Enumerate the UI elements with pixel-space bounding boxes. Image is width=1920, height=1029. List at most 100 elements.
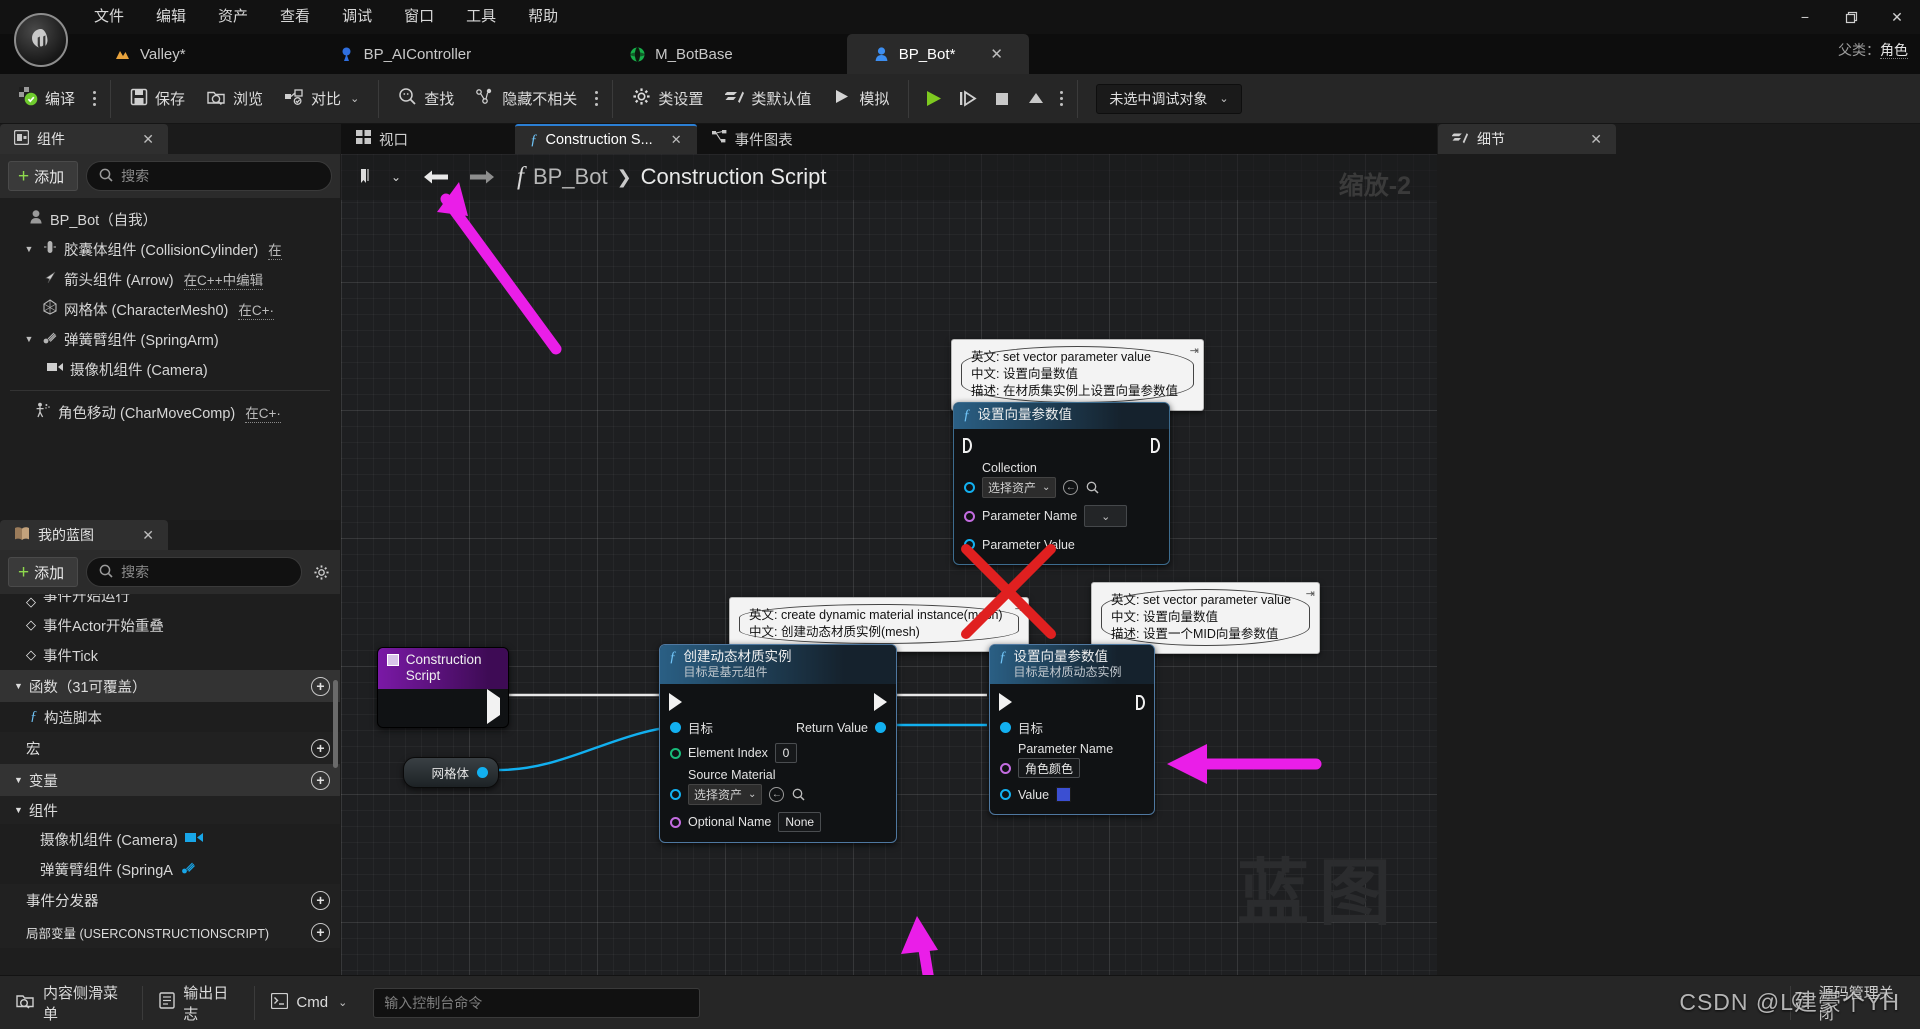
class-settings-button[interactable]: 类设置	[621, 80, 714, 118]
exec-output-pin[interactable]	[874, 693, 887, 711]
node-create-dynamic-material-instance[interactable]: ƒ 创建动态材质实例 目标是基元组件 目标 Return Value Eleme…	[659, 644, 897, 843]
list-item-construction-script[interactable]: ƒ 构造脚本	[0, 702, 340, 732]
component-row-charmovecomp[interactable]: 角色移动 (CharMoveComp) 在C+·	[0, 397, 340, 427]
exec-output-pin[interactable]	[487, 689, 500, 724]
my-blueprint-close[interactable]: ✕	[116, 527, 154, 544]
components-panel-tab[interactable]: 组件 ✕	[0, 124, 168, 154]
unreal-logo-icon[interactable]	[14, 13, 68, 67]
asset-tab-m-botbase[interactable]: M_BotBase	[603, 34, 759, 74]
asset-tab-bp-bot[interactable]: BP_Bot* ✕	[846, 34, 1029, 74]
console-command-input[interactable]: 输入控制台命令	[373, 987, 700, 1018]
add-variable-button[interactable]: +	[311, 770, 330, 790]
return-value-pin-icon[interactable]	[875, 722, 886, 733]
asset-tab-valley[interactable]: Valley*	[88, 34, 212, 74]
add-macro-button[interactable]: +	[311, 738, 330, 758]
output-log-button[interactable]: 输出日志	[143, 976, 254, 1029]
search-asset-icon[interactable]	[1085, 480, 1100, 495]
my-blueprint-scrollbar[interactable]	[333, 680, 338, 768]
components-search-input[interactable]: 搜索	[86, 161, 332, 191]
vector-pin-icon[interactable]	[964, 539, 975, 550]
section-macros[interactable]: 宏 +	[0, 732, 340, 764]
save-button[interactable]: 保存	[119, 80, 196, 118]
nav-back-button[interactable]	[419, 160, 453, 194]
target-pin-icon[interactable]	[1000, 722, 1011, 733]
tab-close-button[interactable]: ✕	[671, 132, 682, 148]
tab-event-graph[interactable]: 事件图表	[697, 124, 808, 154]
object-pin-icon[interactable]	[670, 789, 681, 800]
stop-button[interactable]	[985, 80, 1019, 118]
exec-output-pin[interactable]	[1136, 694, 1145, 710]
my-blueprint-tab[interactable]: 我的蓝图 ✕	[0, 520, 168, 550]
menu-tools[interactable]: 工具	[450, 0, 512, 34]
target-pin-icon[interactable]	[670, 722, 681, 733]
component-row-charactermesh0[interactable]: 网格体 (CharacterMesh0) 在C+·	[0, 294, 340, 324]
chevron-down-icon[interactable]: ⌄	[338, 996, 347, 1009]
my-blueprint-settings-button[interactable]	[310, 561, 332, 583]
blueprint-graph-canvas[interactable]: ⌄ f BP_Bot ❯ Construction Script 缩放-2 蓝图	[341, 154, 1437, 975]
compile-options-button[interactable]	[86, 80, 102, 118]
name-pin-icon[interactable]	[964, 510, 975, 522]
browse-to-asset-icon[interactable]: ←	[769, 787, 785, 802]
name-pin-icon[interactable]	[670, 816, 681, 828]
tab-viewport[interactable]: 视口	[341, 124, 423, 154]
maximize-button[interactable]	[1828, 0, 1874, 34]
exec-input-pin[interactable]	[999, 693, 1012, 711]
section-event-dispatchers[interactable]: 事件分发器 +	[0, 884, 340, 916]
content-drawer-button[interactable]: 内容侧滑菜单	[0, 976, 142, 1029]
list-item-camera-var[interactable]: 摄像机组件 (Camera)	[0, 824, 340, 854]
add-blueprint-item-button[interactable]: + 添加	[8, 557, 79, 587]
breadcrumb-root[interactable]: BP_Bot	[533, 164, 608, 190]
details-panel-tab[interactable]: 细节 ✕	[1438, 124, 1616, 154]
subsection-components[interactable]: ▼ 组件	[0, 796, 340, 824]
diff-button[interactable]: 对比 ⌄	[274, 80, 370, 118]
node-set-vector-param-collection[interactable]: ƒ 设置向量参数值 Collection 选择资产 ⌄ ← Parameter …	[953, 402, 1170, 565]
parameter-name-dropdown[interactable]: ⌄	[1084, 505, 1128, 527]
parent-class-value[interactable]: 角色	[1880, 42, 1908, 59]
cmd-mode-button[interactable]: Cmd ⌄	[255, 976, 363, 1029]
optional-name-input[interactable]: None	[778, 812, 822, 832]
chevron-down-icon[interactable]: ⌄	[350, 92, 359, 105]
add-function-button[interactable]: +	[311, 676, 330, 696]
class-defaults-button[interactable]: 类默认值	[714, 80, 822, 118]
asset-tab-close-button[interactable]: ✕	[990, 45, 1003, 63]
section-functions[interactable]: ▼ 函数（31可覆盖） +	[0, 670, 340, 702]
component-row-camera[interactable]: 摄像机组件 (Camera)	[0, 354, 340, 384]
search-asset-icon[interactable]	[791, 787, 806, 802]
collapse-arrow-icon[interactable]: ▼	[14, 805, 23, 815]
value-color-swatch[interactable]	[1056, 787, 1072, 802]
int-pin-icon[interactable]	[670, 747, 681, 759]
vector-pin-icon[interactable]	[1000, 789, 1011, 800]
menu-asset[interactable]: 资产	[202, 0, 264, 34]
exec-input-pin[interactable]	[669, 693, 682, 711]
component-row-springarm[interactable]: ▼ 弹簧臂组件 (SpringArm)	[0, 324, 340, 354]
bookmark-dropdown-icon[interactable]: ⌄	[387, 160, 405, 194]
tree-expand-arrow[interactable]: ▼	[22, 334, 36, 344]
node-set-vector-param-mid[interactable]: ƒ 设置向量参数值 目标是材质动态实例 目标 Parameter Name 角色…	[989, 644, 1155, 815]
asset-tab-bp-aicontroller[interactable]: BP_AIController	[312, 34, 498, 74]
component-row-bp-bot[interactable]: BP_Bot（自我）	[0, 204, 340, 234]
parameter-name-input[interactable]: 角色颜色	[1018, 758, 1081, 778]
name-pin-icon[interactable]	[1000, 762, 1011, 774]
my-blueprint-search-input[interactable]: 搜索	[86, 557, 302, 587]
add-event-dispatcher-button[interactable]: +	[311, 890, 330, 910]
menu-help[interactable]: 帮助	[512, 0, 574, 34]
find-button[interactable]: 查找	[387, 80, 465, 118]
tab-construction-script[interactable]: ƒ Construction S... ✕	[515, 124, 697, 154]
play-options-button[interactable]	[1053, 80, 1069, 118]
list-item[interactable]: ◇ 事件Actor开始重叠	[0, 610, 340, 640]
pin-icon[interactable]: ⇥	[1015, 601, 1024, 618]
component-cpp-note[interactable]: 在C++中编辑	[183, 269, 264, 290]
pin-icon[interactable]: ⇥	[1190, 343, 1199, 360]
close-window-button[interactable]: ✕	[1874, 0, 1920, 34]
menu-view[interactable]: 查看	[264, 0, 326, 34]
collapse-arrow-icon[interactable]: ▼	[14, 681, 23, 691]
node-construction-script[interactable]: Construction Script	[377, 647, 509, 728]
components-panel-close[interactable]: ✕	[116, 131, 154, 148]
pin-icon[interactable]: ⇥	[1306, 586, 1315, 603]
component-cpp-note[interactable]: 在C+·	[245, 402, 281, 423]
minimize-button[interactable]: −	[1782, 0, 1828, 34]
node-mesh-variable[interactable]: 网格体	[403, 757, 499, 788]
component-row-collisioncylinder[interactable]: ▼ 胶囊体组件 (CollisionCylinder) 在	[0, 234, 340, 264]
collection-asset-picker[interactable]: 选择资产 ⌄	[982, 477, 1057, 498]
browse-button[interactable]: 浏览	[196, 80, 274, 118]
